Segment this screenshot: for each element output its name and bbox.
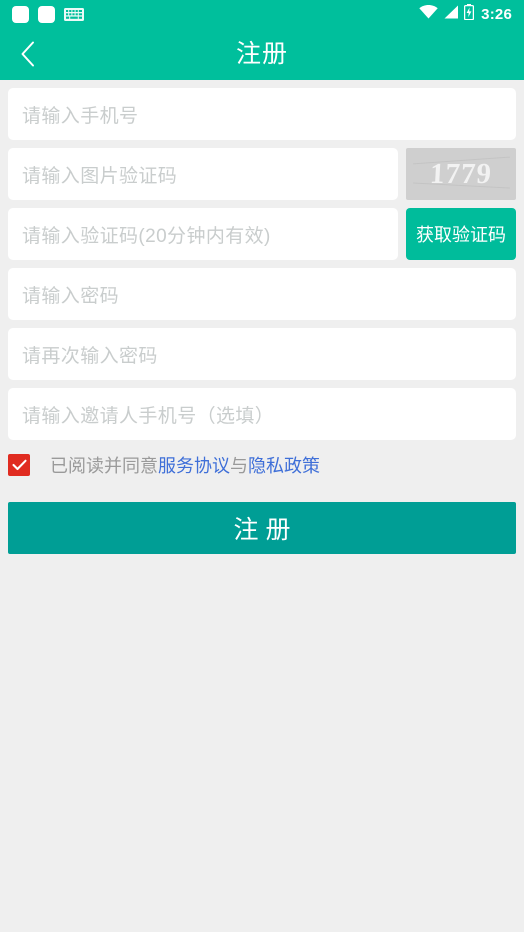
password-confirm-input-placeholder: 请再次输入密码 (22, 345, 158, 367)
phone-field-row: 请输入手机号 (8, 88, 516, 140)
chevron-left-icon (20, 41, 36, 67)
agreement-row: 已阅读并同意服务协议与隐私政策 (8, 450, 516, 480)
privacy-policy-link[interactable]: 隐私政策 (248, 456, 320, 476)
signal-icon (443, 5, 459, 24)
sms-code-input-placeholder: 请输入验证码(20分钟内有效) (22, 225, 271, 247)
status-clock: 3:26 (481, 5, 512, 23)
password-input[interactable]: 请输入密码 (8, 268, 516, 320)
agreement-conjunction: 与 (230, 456, 248, 476)
image-captcha-input[interactable]: 请输入图片验证码 (8, 148, 398, 200)
image-captcha-input-placeholder: 请输入图片验证码 (22, 165, 178, 187)
password-confirm-field-row: 请再次输入密码 (8, 328, 516, 380)
registration-form: 请输入手机号 请输入图片验证码 1779 请输入验证码(20分钟内有效) 获取验… (0, 80, 524, 554)
wifi-icon (419, 4, 438, 24)
battery-icon (464, 3, 475, 25)
status-bar-right: 3:26 (419, 3, 512, 25)
status-bar-left (12, 5, 419, 23)
check-icon (11, 459, 27, 471)
inviter-phone-field-row: 请输入邀请人手机号（选填） (8, 388, 516, 440)
password-confirm-input[interactable]: 请再次输入密码 (8, 328, 516, 380)
agreement-prefix: 已阅读并同意 (50, 456, 158, 476)
captcha-image[interactable]: 1779 (406, 148, 516, 200)
register-button[interactable]: 注册 (8, 502, 516, 554)
status-bar: 3:26 (0, 0, 524, 28)
notification-square-icon (38, 5, 55, 23)
sms-code-field-row: 请输入验证码(20分钟内有效) 获取验证码 (8, 208, 516, 260)
sms-code-input[interactable]: 请输入验证码(20分钟内有效) (8, 208, 398, 260)
service-agreement-link[interactable]: 服务协议 (158, 456, 230, 476)
page-title: 注册 (235, 40, 288, 68)
inviter-phone-input[interactable]: 请输入邀请人手机号（选填） (8, 388, 516, 440)
phone-input[interactable]: 请输入手机号 (8, 88, 516, 140)
notification-square-icon (12, 5, 29, 23)
send-code-button[interactable]: 获取验证码 (406, 208, 516, 260)
keyboard-icon (64, 7, 84, 21)
app-bar: 注册 (0, 28, 524, 80)
back-button[interactable] (0, 28, 56, 80)
phone-input-placeholder: 请输入手机号 (22, 105, 139, 127)
inviter-phone-input-placeholder: 请输入邀请人手机号（选填） (22, 405, 275, 427)
password-input-placeholder: 请输入密码 (22, 285, 120, 307)
captcha-code-text: 1779 (429, 157, 493, 190)
password-field-row: 请输入密码 (8, 268, 516, 320)
agreement-checkbox[interactable] (8, 454, 30, 476)
image-captcha-field-row: 请输入图片验证码 1779 (8, 148, 516, 200)
agreement-text: 已阅读并同意服务协议与隐私政策 (50, 452, 320, 478)
